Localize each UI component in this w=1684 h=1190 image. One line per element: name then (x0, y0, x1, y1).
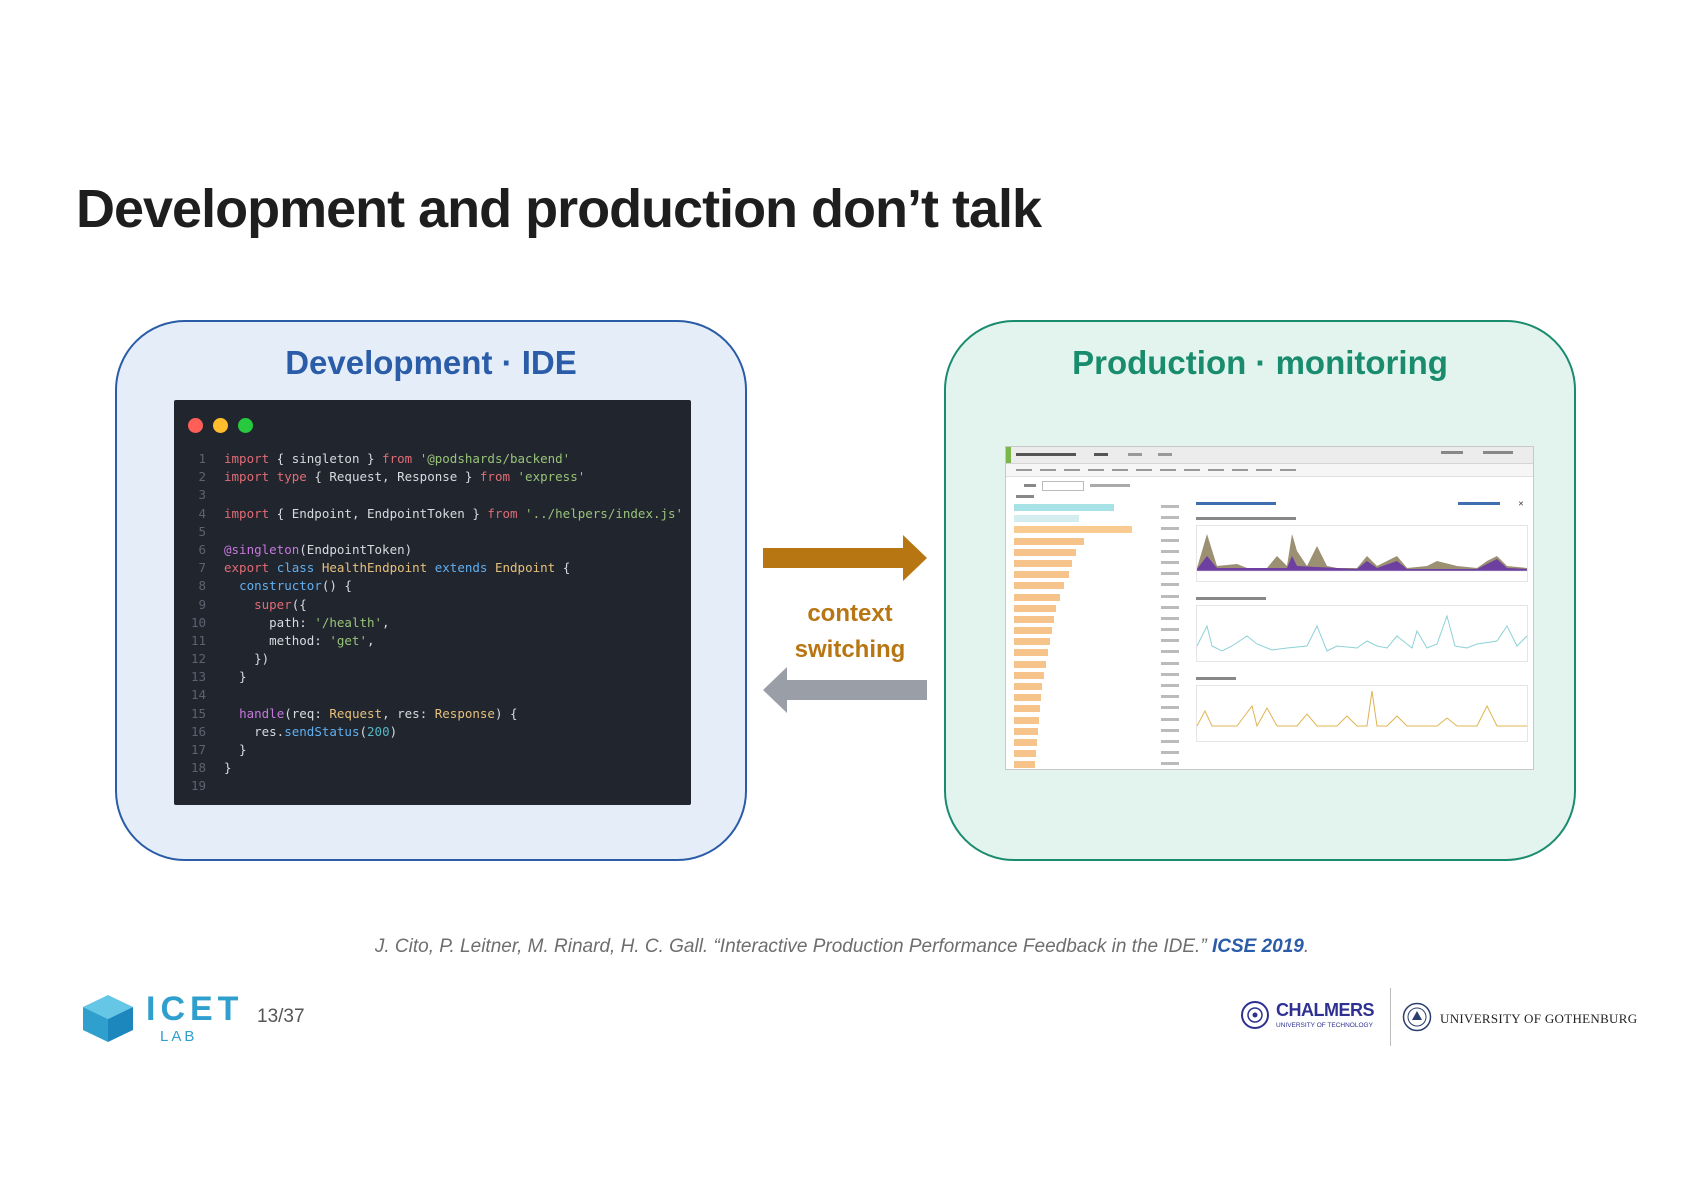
code-line: 9 super({ (198, 596, 307, 612)
citation: J. Cito, P. Leitner, M. Rinard, H. C. Ga… (374, 936, 1310, 957)
gothenburg-seal-icon (1402, 1002, 1432, 1032)
chalmers-logo: CHALMERS UNIVERSITY OF TECHNOLOGY (1240, 1000, 1375, 1035)
citation-venue: ICSE 2019 (1211, 936, 1304, 957)
cube-icon (83, 995, 133, 1042)
chalmers-emblem-icon (1241, 1001, 1269, 1029)
code-line: 5 (198, 523, 206, 539)
code-line: 18} (190, 760, 232, 776)
back-arrow-icon (763, 667, 927, 713)
code-line: 12 }) (190, 651, 270, 667)
code-line: 10 path: '/health', (190, 614, 390, 630)
context-switching-label: context switching (794, 600, 906, 663)
code-line: 1 import { singleton } from '@podshards/b… (198, 451, 571, 466)
code-line: 2 import type { Request, Response } from … (198, 469, 586, 485)
close-dot-icon (188, 418, 203, 433)
average-throughput-chart (1196, 605, 1528, 662)
development-panel: Development · IDE 1 import { singleton } … (115, 320, 747, 861)
code-line: 19 (190, 778, 206, 794)
window-controls (188, 418, 263, 438)
code-line: 7 export class HealthEndpoint extends End… (198, 560, 571, 576)
code-line: 3 (198, 487, 206, 503)
code-line: 16 res.sendStatus(200) (190, 723, 398, 739)
code-line: 17 } (190, 742, 247, 757)
dashboard-subnav (1006, 464, 1533, 477)
production-panel-title: Production · monitoring (1072, 344, 1448, 381)
data-transfer-chart (1196, 685, 1528, 742)
code-line: 11 method: 'get', (190, 632, 375, 648)
code-line: 14 (190, 687, 206, 703)
development-panel-title: Development · IDE (285, 344, 577, 381)
code-line: 13 } (190, 669, 247, 685)
dashboard-header (1006, 447, 1533, 464)
page-number: 13/37 (257, 1006, 305, 1027)
code-line: 15 handle(req: Request, res: Response) { (190, 705, 518, 721)
minimize-dot-icon (213, 418, 228, 433)
endpoint-list (1014, 502, 1179, 769)
forward-arrow-icon (763, 535, 927, 581)
logo-divider (1390, 988, 1391, 1046)
icet-lab-logo: ICET LAB (78, 990, 238, 1050)
code-line: 6 @singleton(EndpointToken) (198, 541, 413, 557)
monitoring-dashboard-screenshot: ✕ (1005, 446, 1534, 770)
university-of-gothenburg-logo: UNIVERSITY OF GOTHENBURG (1402, 1002, 1637, 1037)
maximize-dot-icon (238, 418, 253, 433)
production-panel: Production · monitoring ✕ (944, 320, 1576, 861)
http-request-time-chart (1196, 525, 1528, 582)
ide-code-window: 1 import { singleton } from '@podshards/b… (174, 400, 691, 805)
code-editor: 1 import { singleton } from '@podshards/b… (174, 450, 691, 796)
code-line: 8 constructor() { (198, 578, 352, 594)
code-line: 4 import { Endpoint, EndpointToken } from… (198, 505, 684, 521)
slide-title: Development and production don’t talk (76, 179, 1042, 239)
